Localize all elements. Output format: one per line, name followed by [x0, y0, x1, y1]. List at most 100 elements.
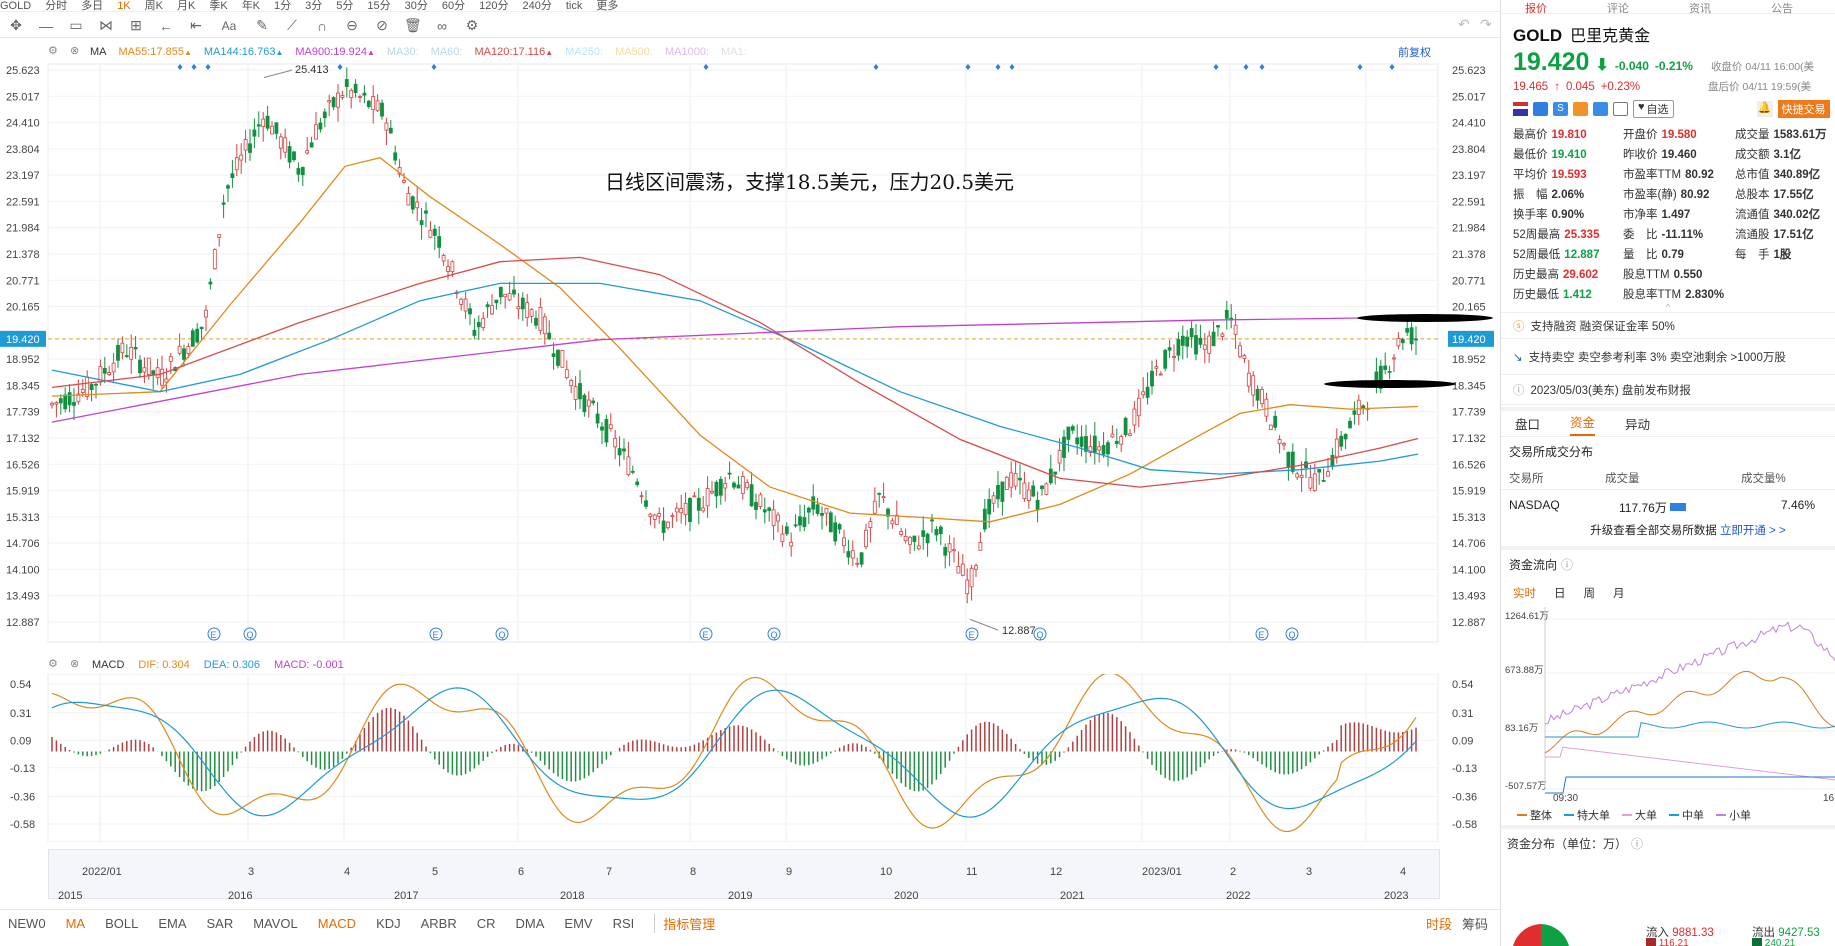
tab-news[interactable]: 资讯	[1689, 0, 1711, 15]
help-icon[interactable]: ⓘ	[1561, 556, 1573, 573]
undo-icon[interactable]: ↶	[1458, 16, 1470, 33]
tab-orderbook[interactable]: 盘口	[1515, 414, 1540, 433]
s-icon[interactable]: S	[1553, 102, 1568, 116]
indicator-tab[interactable]: CR	[477, 916, 496, 931]
quick-trade-button[interactable]: 快捷交易	[1777, 100, 1830, 118]
flag-icon[interactable]	[1513, 102, 1528, 116]
text-tool[interactable]: Aa	[218, 19, 240, 33]
legend-item[interactable]: 大单	[1622, 805, 1657, 825]
arrow-icon[interactable]: ⇤	[188, 17, 204, 34]
legend-item[interactable]: 中单	[1669, 805, 1704, 825]
ma-item[interactable]: MA120:17.116▲	[474, 46, 553, 58]
period-tab[interactable]: 120分	[479, 1, 508, 12]
period-tab[interactable]: 多日	[81, 1, 103, 12]
line-icon[interactable]: —	[38, 18, 54, 34]
upgrade-link[interactable]: 立即开通 > >	[1720, 525, 1786, 537]
margin-info[interactable]: ⓢ 支持融资 融资保证金率 50%	[1501, 313, 1835, 339]
flow-tab-month[interactable]: 月	[1613, 585, 1625, 601]
macd-chart[interactable]: 0.54 0.54 0.31 0.31 0.09 0.09 -0.13 -0.13 -0.36 -…	[0, 674, 1500, 842]
settings-icon[interactable]: ⚙	[48, 44, 58, 57]
ruler-icon[interactable]: ⟋	[284, 17, 300, 34]
legend-item[interactable]: 整体	[1517, 805, 1552, 825]
circle-icon[interactable]: ⊖	[344, 17, 360, 34]
indicator-tab[interactable]: BOLL	[105, 916, 138, 931]
indicator-tab[interactable]: SAR	[206, 916, 233, 931]
ma-item[interactable]: MA60:	[431, 46, 463, 58]
close-icon[interactable]: ⊗	[70, 44, 79, 57]
tab-notice[interactable]: 公告	[1771, 0, 1793, 15]
flow-tab-day[interactable]: 日	[1554, 585, 1566, 601]
glasses-icon[interactable]: ∞	[434, 18, 450, 34]
period-tab[interactable]: 分时	[45, 1, 67, 12]
tab-capital[interactable]: 资金	[1570, 412, 1596, 436]
period-tab[interactable]: 更多	[596, 1, 618, 12]
period-tab[interactable]: 季K	[209, 1, 227, 12]
tag-icon[interactable]	[1593, 102, 1608, 116]
ma-item[interactable]: MA900:19.924▲	[295, 46, 375, 58]
delete-icon[interactable]: 🗑	[404, 17, 422, 34]
period-tab[interactable]: 1分	[274, 1, 291, 12]
indicator-tab[interactable]: DMA	[516, 916, 545, 931]
ma-item[interactable]: MA250:	[565, 46, 603, 58]
period-tab[interactable]: 1K	[117, 1, 130, 12]
period-tab[interactable]: 周K	[145, 1, 163, 12]
tab-quote[interactable]: 报价	[1525, 0, 1547, 15]
period-tab[interactable]: 5分	[336, 1, 353, 12]
indicator-tab[interactable]: MAVOL	[253, 916, 298, 931]
kline-chart[interactable]: 25.623 25.623 25.017 25.017 24.410 24.410 23.8…	[0, 62, 1500, 652]
indicator-tab[interactable]: NEW0	[8, 916, 46, 931]
capital-flow-chart[interactable]: 1264.61万 673.88万 83.16万 -507.57万 09:30 16	[1501, 607, 1835, 804]
chip-toggle[interactable]: 筹码	[1462, 914, 1488, 933]
tab-comment[interactable]: 评论	[1607, 0, 1629, 15]
move-icon[interactable]: ✥	[8, 17, 24, 34]
ma-item[interactable]: MA1000:	[665, 46, 709, 58]
ma-item[interactable]: MA30:	[387, 46, 419, 58]
ma-item[interactable]: MA144:16.763▲	[204, 46, 284, 58]
indicator-tab[interactable]: KDJ	[376, 916, 401, 931]
period-tab[interactable]: 年K	[242, 1, 260, 12]
period-tab[interactable]: GOLD	[0, 1, 31, 12]
gear-icon[interactable]: ⚙	[464, 17, 480, 34]
indicator-tab[interactable]: MA	[66, 916, 86, 931]
legend-item[interactable]: 小单	[1716, 805, 1751, 825]
indicator-tab[interactable]: ARBR	[421, 916, 457, 931]
fib-icon[interactable]: ⊞	[128, 17, 144, 34]
doc-icon[interactable]	[1613, 102, 1628, 116]
flow-tab-realtime[interactable]: 实时	[1513, 585, 1536, 601]
close-icon[interactable]: ⊗	[70, 657, 79, 670]
period-tab[interactable]: tick	[566, 1, 583, 12]
ma-item[interactable]: MA55:17.855▲	[119, 46, 192, 58]
chart-icon[interactable]	[1573, 102, 1588, 116]
help-icon[interactable]: ⓘ	[1631, 835, 1643, 852]
tab-anomaly[interactable]: 异动	[1625, 414, 1650, 433]
earnings-info[interactable]: ⓘ 2023/05/03(美东) 盘前发布财报	[1501, 375, 1835, 405]
period-tab[interactable]: 月K	[177, 1, 195, 12]
indicator-manage[interactable]: 指标管理	[654, 914, 715, 933]
period-tab[interactable]: 60分	[442, 1, 465, 12]
short-info[interactable]: ↘ 支持卖空 卖空参考利率 3% 卖空池剩余 >1000万股	[1501, 339, 1835, 375]
ma-item[interactable]: MA1:	[721, 46, 747, 58]
bell-icon[interactable]: 🔔	[1756, 101, 1773, 117]
indicator-tab[interactable]: RSI	[613, 916, 635, 931]
period-toggle[interactable]: 时段	[1426, 914, 1452, 933]
app-icon[interactable]	[1533, 102, 1548, 116]
period-tab[interactable]: 15分	[367, 1, 390, 12]
watch-button[interactable]: ♥ 自选	[1633, 100, 1674, 118]
adjust-mode[interactable]: 前复权	[1398, 44, 1431, 60]
indicator-tab[interactable]: EMA	[158, 916, 186, 931]
rect-icon[interactable]: ▭	[68, 17, 84, 34]
flow-tab-week[interactable]: 周	[1584, 585, 1596, 601]
ma-item[interactable]: MA500:	[615, 46, 653, 58]
indicator-tab[interactable]: MACD	[318, 916, 356, 931]
channel-icon[interactable]: ⋈	[98, 17, 114, 34]
period-tab[interactable]: 3分	[305, 1, 322, 12]
redo-icon[interactable]: ↷	[1480, 16, 1492, 33]
pen-icon[interactable]: ✎	[254, 17, 270, 34]
indicator-tab[interactable]: EMV	[564, 916, 592, 931]
eraser-icon[interactable]: ⊘	[374, 17, 390, 34]
arrow-icon[interactable]: ←	[158, 18, 174, 34]
collapse-icon[interactable]: ^	[1501, 302, 1835, 312]
period-tab[interactable]: 240分	[523, 1, 552, 12]
legend-item[interactable]: 特大单	[1564, 805, 1610, 825]
settings-icon[interactable]: ⚙	[48, 657, 58, 670]
